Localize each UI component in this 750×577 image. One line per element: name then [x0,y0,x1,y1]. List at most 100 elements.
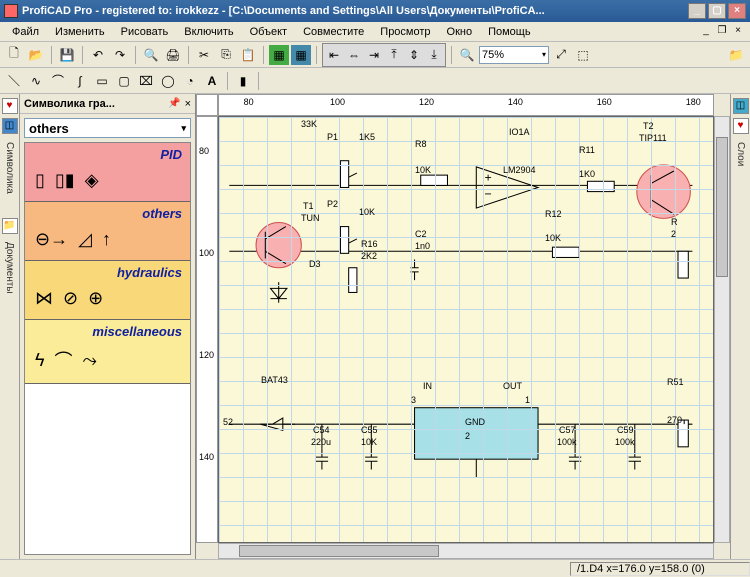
palette-close-icon[interactable]: × [185,98,191,110]
fill-icon[interactable]: ▮ [233,71,253,91]
component-label: GND [465,417,485,427]
component-label: 1 [525,395,530,405]
component-label: C55 [361,425,378,435]
save-icon[interactable]: 💾 [57,45,77,65]
category-pid[interactable]: PID ▯▯▮◈ [25,143,190,202]
menu-help[interactable]: Помощь [480,24,539,40]
image1-icon[interactable]: ▦ [269,45,289,65]
minimize-button[interactable]: _ [688,3,706,19]
crossrect-icon[interactable]: ⌧ [136,71,156,91]
image2-icon[interactable]: ▦ [291,45,311,65]
component-label: R12 [545,209,562,219]
category-others[interactable]: others ⊖→◿↑ [25,202,190,261]
component-label: 2 [465,431,470,441]
component-label: 100k [557,437,577,447]
horizontal-scrollbar[interactable] [218,543,714,559]
component-label: 100k [615,437,635,447]
align-center-icon[interactable]: ⇔ [344,45,364,65]
menu-window[interactable]: Окно [439,24,481,40]
symbol-palette: Символика гра... 📌 × others PID ▯▯▮◈ oth… [20,94,196,559]
mdi-restore[interactable]: ❐ [714,25,730,39]
sidetab-symbols[interactable]: Символика [4,142,15,194]
layers-icon[interactable]: ◫ [733,98,749,114]
heart2-icon[interactable]: ♥ [733,118,749,134]
align-right-icon[interactable]: ⇥ [364,45,384,65]
menu-object[interactable]: Объект [242,24,295,40]
component-label: 3 [411,395,416,405]
component-label: C2 [415,229,427,239]
arc-icon[interactable]: ⌒ [48,71,68,91]
roundrect-icon[interactable]: ▢ [114,71,134,91]
open-icon[interactable]: 📂 [26,45,46,65]
zoom-ext-icon[interactable]: ⤢ [551,45,571,65]
menu-edit[interactable]: Изменить [47,24,113,40]
component-label: R51 [667,377,684,387]
component-label: TUN [301,213,320,223]
folder-icon[interactable]: 📁 [726,45,746,65]
zoom-sel-icon[interactable]: ⬚ [573,45,593,65]
component-label: C59 [617,425,634,435]
print-icon[interactable]: 🖨 [163,45,183,65]
sidetab-documents[interactable]: Документы [4,242,15,294]
pin-icon[interactable]: 📌 [168,98,180,109]
align-top-icon[interactable]: ⤒ [384,45,404,65]
component-label: 10K [359,207,375,217]
paste-icon[interactable]: 📋 [238,45,258,65]
copy-icon[interactable]: ⎘ [216,45,236,65]
mdi-minimize[interactable]: _ [698,25,714,39]
component-label: 270 [667,415,682,425]
menu-file[interactable]: Файл [4,24,47,40]
new-icon[interactable]: 🗋 [4,45,24,65]
ellipse-icon[interactable]: ◯ [158,71,178,91]
docs-tab-icon[interactable]: 📁 [2,218,18,234]
menu-enable[interactable]: Включить [176,24,241,40]
redo-icon[interactable]: ↷ [110,45,130,65]
text-icon[interactable]: A [202,71,222,91]
print-preview-icon[interactable]: 🔍 [141,45,161,65]
component-label: 2K2 [361,251,377,261]
menu-draw[interactable]: Рисовать [113,24,177,40]
component-label: 220u [311,437,331,447]
cut-icon[interactable]: ✂ [194,45,214,65]
align-left-icon[interactable]: ⇤ [324,45,344,65]
component-label: C54 [313,425,330,435]
mdi-close[interactable]: × [730,25,746,39]
zoom-icon[interactable]: 🔍 [457,45,477,65]
component-label: IN [423,381,432,391]
category-miscellaneous[interactable]: miscellaneous ϟ⌒⤳ [25,320,190,384]
menu-align[interactable]: Совместите [295,24,372,40]
rect-icon[interactable]: ▭ [92,71,112,91]
palette-title: Символика гра... [24,98,164,110]
content-area: ♥ ◫ Символика 📁 Документы Символика гра.… [0,94,750,559]
line-icon[interactable]: ＼ [4,71,24,91]
palette-category-combo[interactable]: others [24,118,191,138]
spline-icon[interactable]: ∫ [70,71,90,91]
align-mid-icon[interactable]: ⇕ [404,45,424,65]
window-title: ProfiCAD Pro - registered to: irokkezz -… [22,5,688,17]
polyline-icon[interactable]: ∿ [26,71,46,91]
menu-view[interactable]: Просмотр [372,24,438,40]
palette-tab-icon[interactable]: ◫ [2,118,18,134]
sidetab-layers[interactable]: Слои [735,142,746,166]
zoom-combo[interactable]: 75% [479,46,549,64]
component-label: OUT [503,381,522,391]
left-sidetabs: ♥ ◫ Символика 📁 Документы [0,94,20,559]
maximize-button[interactable]: ▢ [708,3,726,19]
align-bottom-icon[interactable]: ⤓ [424,45,444,65]
heart-icon[interactable]: ♥ [2,98,18,114]
align-group: ⇤ ⇔ ⇥ ⤒ ⇕ ⤓ [322,43,446,67]
pie-icon[interactable]: ◔ [180,71,200,91]
close-button[interactable]: × [728,3,746,19]
component-label: 1n0 [415,241,430,251]
drawing-canvas[interactable]: + − [218,116,714,543]
component-label: D3 [309,259,321,269]
window-controls: _ ▢ × [688,3,746,19]
palette-header: Символика гра... 📌 × [20,94,195,114]
category-hydraulics[interactable]: hydraulics ⋈⊘⊕ [25,261,190,320]
ruler-horizontal: 80 100 120 140 160 180 [218,94,714,116]
vertical-scrollbar[interactable] [714,116,730,543]
component-label: P2 [327,199,338,209]
component-label: T2 [643,121,654,131]
undo-icon[interactable]: ↶ [88,45,108,65]
component-label: BAT43 [261,375,288,385]
